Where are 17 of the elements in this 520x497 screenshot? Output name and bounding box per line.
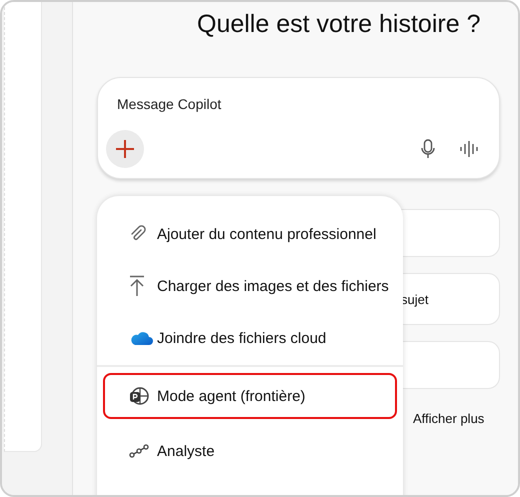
cloud-icon [129,330,153,346]
menu-item[interactable]: Ajouter du contenu professionnel [103,208,397,260]
menu-item[interactable]: Charger des images et des fichiers [103,260,397,312]
upload-icon [129,275,145,297]
menu-item[interactable]: Analyste [103,425,397,477]
add-button[interactable] [106,130,144,168]
menu-item[interactable]: Mode agent (frontière) [103,373,397,419]
paperclip-icon [129,225,147,243]
nodes-icon [129,444,149,458]
message-input[interactable]: Message Copilot [106,92,491,116]
voice-icon[interactable] [459,139,479,159]
page-title: Quelle est votre histoire ? [197,10,482,39]
agent-icon [129,386,149,406]
plus-icon [114,138,136,160]
menu-item[interactable]: Joindre des fichiers cloud [103,312,397,364]
microphone-icon[interactable] [421,139,435,159]
show-more-link[interactable]: Afficher plus [413,411,484,426]
